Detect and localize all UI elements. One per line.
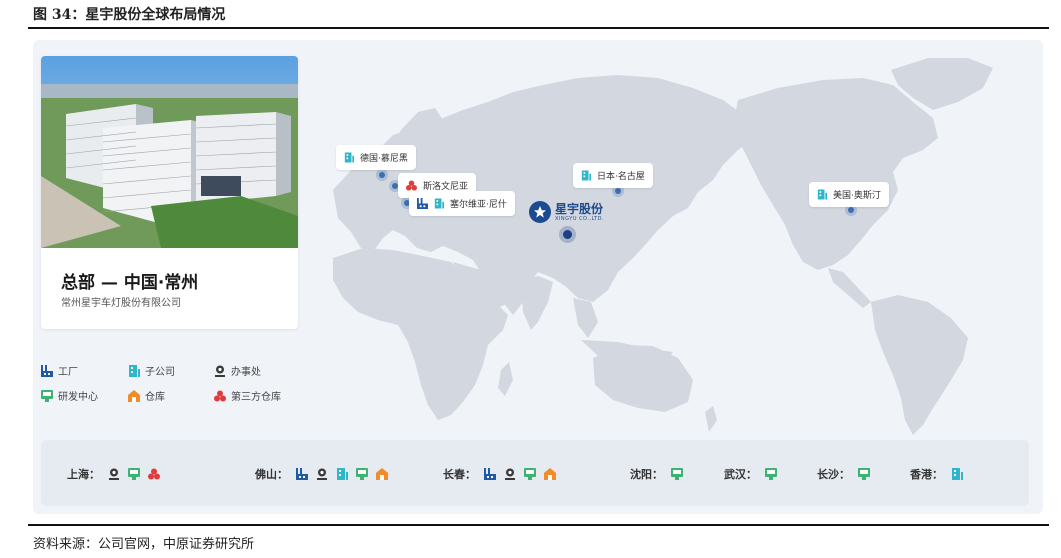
company-logo: 星宇股份 XINGYU CO.,LTD. (529, 201, 604, 223)
legend-item-rnd-center: 研发中心 (41, 388, 98, 403)
callout-nagoya: 日本·名古屋 (573, 163, 653, 188)
subsidiary-icon (344, 152, 354, 163)
subsidiary-icon (128, 364, 140, 377)
legend-label: 仓库 (145, 392, 165, 403)
callout-munich: 德国·慕尼黑 (336, 145, 416, 170)
factory-icon (417, 198, 428, 209)
subsidiary-icon (817, 189, 827, 200)
map-marker-changzhou-hq (563, 230, 572, 239)
australia (593, 345, 693, 412)
subsidiary-icon (951, 468, 963, 480)
factory-icon (41, 364, 53, 377)
rnd-center-icon (671, 468, 683, 480)
city-label: 佛山： (255, 468, 288, 481)
legend-item-third-party-warehouse: 第三方仓库 (214, 388, 281, 403)
legend-label: 子公司 (145, 367, 175, 378)
logo-name-en: XINGYU CO.,LTD. (555, 215, 605, 222)
rnd-center-icon (128, 468, 140, 480)
callout-label: 德国·慕尼黑 (360, 154, 408, 164)
third-party-warehouse-icon (406, 180, 417, 191)
rnd-center-icon (41, 389, 53, 402)
map-panel: 总部 — 中国·常州 常州星宇车灯股份有限公司 工厂 子公司 办事处 研发中心 … (33, 40, 1043, 514)
office-icon (316, 468, 328, 480)
legend-label: 研发中心 (58, 392, 98, 403)
india (521, 276, 553, 330)
callout-label: 塞尔维亚·尼什 (450, 200, 507, 210)
office-icon (504, 468, 516, 480)
rnd-center-icon (524, 468, 536, 480)
callout-austin: 美国·奥斯汀 (809, 182, 889, 207)
rnd-center-icon (356, 468, 368, 480)
north-america (733, 78, 938, 270)
city-label: 长春： (443, 468, 476, 481)
central-america (828, 268, 871, 308)
legend-item-warehouse: 仓库 (128, 388, 165, 403)
city-label: 沈阳： (630, 468, 663, 481)
domestic-sites-bar: 上海： 佛山： 长春： 沈阳： 武汉： 长沙： 香港： (41, 440, 1029, 506)
site-shanghai: 上海： (67, 466, 160, 482)
callout-nis: 塞尔维亚·尼什 (409, 191, 515, 216)
subsidiary-icon (434, 198, 444, 209)
site-foshan: 佛山： (255, 466, 388, 482)
hq-title: 总部 — 中国·常州 (61, 273, 199, 293)
city-label: 上海： (67, 468, 100, 481)
new-zealand (705, 406, 717, 432)
legend-label: 第三方仓库 (231, 392, 281, 403)
figure-title: 图 34：星宇股份全球布局情况 (33, 7, 226, 23)
office-icon (108, 468, 120, 480)
callout-label: 美国·奥斯汀 (833, 191, 881, 201)
subsidiary-icon (581, 170, 591, 181)
map-marker-munich (379, 172, 385, 178)
city-label: 长沙： (817, 468, 850, 481)
factory-icon (296, 468, 308, 480)
callout-label: 日本·名古屋 (597, 172, 645, 182)
third-party-warehouse-icon (214, 390, 226, 402)
office-icon (214, 365, 226, 377)
map-marker-austin (848, 207, 854, 213)
warehouse-icon (128, 389, 140, 402)
site-wuhan: 武汉： (724, 466, 777, 482)
madagascar (498, 362, 513, 396)
south-america (871, 295, 968, 435)
legend-item-factory: 工厂 (41, 363, 78, 378)
warehouse-icon (544, 468, 556, 480)
star-icon (529, 201, 551, 223)
logo-name-cn: 星宇股份 (555, 201, 604, 216)
hq-subtitle: 常州星宇车灯股份有限公司 (61, 298, 181, 309)
subsidiary-icon (336, 468, 348, 480)
rnd-center-icon (858, 468, 870, 480)
southeast-asia (573, 298, 598, 338)
city-label: 香港： (910, 468, 943, 481)
top-rule (28, 27, 1049, 29)
site-shenyang: 沈阳： (630, 466, 683, 482)
headquarters-card: 总部 — 中国·常州 常州星宇车灯股份有限公司 (41, 56, 298, 329)
source-note: 资料来源：公司官网，中原证券研究所 (33, 537, 255, 552)
legend-label: 工厂 (58, 367, 78, 378)
legend-item-office: 办事处 (214, 363, 261, 378)
rnd-center-icon (765, 468, 777, 480)
legend-label: 办事处 (231, 367, 261, 378)
map-marker-nagoya (615, 188, 621, 194)
headquarters-photo (41, 56, 298, 248)
site-changsha: 长沙： (817, 466, 870, 482)
city-label: 武汉： (724, 468, 757, 481)
warehouse-icon (376, 468, 388, 480)
site-hongkong: 香港： (910, 466, 963, 482)
factory-icon (484, 468, 496, 480)
third-party-warehouse-icon (148, 468, 160, 480)
bottom-rule (28, 524, 1049, 526)
legend-item-subsidiary: 子公司 (128, 363, 175, 378)
site-changchun: 长春： (443, 466, 556, 482)
